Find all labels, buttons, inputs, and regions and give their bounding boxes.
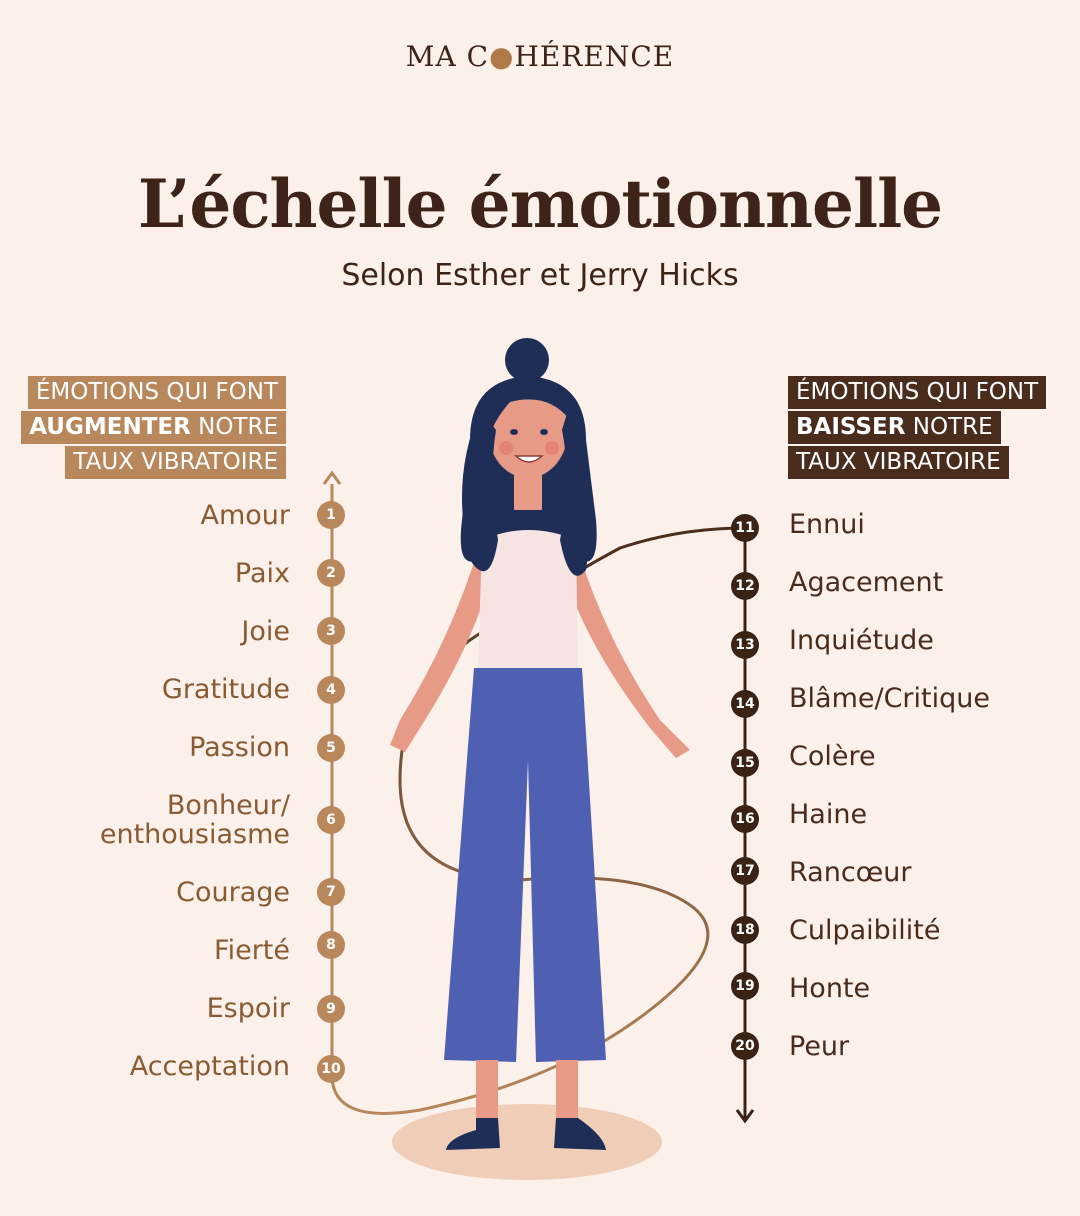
box-decrease-bold: BAISSER	[796, 414, 906, 440]
emotion-label-16: Haine	[789, 799, 868, 830]
right-eye	[540, 429, 548, 435]
emotion-label-10: Acceptation	[129, 1051, 290, 1082]
box-decrease-line2: BAISSER NOTRE	[788, 411, 1001, 444]
emotion-badge-9: 9	[317, 995, 345, 1023]
emotion-label-5: Passion	[189, 732, 290, 763]
emotion-badge-16: 16	[731, 805, 759, 833]
box-increase-line2: AUGMENTER NOTRE	[21, 411, 286, 444]
emotion-badge-18: 18	[731, 916, 759, 944]
emotion-badge-4: 4	[317, 676, 345, 704]
emotion-badge-13: 13	[731, 631, 759, 659]
box-increase-line1: ÉMOTIONS QUI FONT	[27, 376, 286, 409]
box-increase-line2-rest: NOTRE	[190, 414, 278, 440]
emotion-badge-14: 14	[731, 690, 759, 718]
emotion-label-12: Agacement	[789, 567, 944, 598]
box-decrease-line3: TAUX VIBRATOIRE	[788, 446, 1009, 479]
left-ankle	[476, 1060, 498, 1122]
hair-bun	[505, 338, 549, 382]
left-eye	[510, 429, 518, 435]
emotion-label-4: Gratitude	[161, 674, 290, 705]
emotion-badge-17: 17	[731, 857, 759, 885]
emotion-badge-2: 2	[317, 559, 345, 587]
emotion-label-8: Fierté	[214, 935, 290, 966]
emotion-label-14: Blâme/Critique	[789, 683, 990, 714]
right-ankle	[556, 1060, 578, 1122]
emotion-badge-1: 1	[317, 501, 345, 529]
emotion-badge-7: 7	[317, 878, 345, 906]
emotion-badge-3: 3	[317, 617, 345, 645]
emotion-badge-6: 6	[317, 806, 345, 834]
emotion-badge-19: 19	[731, 972, 759, 1000]
box-increase-bold: AUGMENTER	[29, 414, 191, 440]
left-cheek	[499, 441, 513, 455]
hair-left-side	[462, 410, 498, 572]
box-decrease: ÉMOTIONS QUI FONT BAISSER NOTRE TAUX VIB…	[788, 374, 1047, 479]
emotion-label-15: Colère	[789, 741, 876, 772]
emotion-badge-20: 20	[731, 1032, 759, 1060]
emotion-label-19: Honte	[789, 973, 871, 1004]
emotion-label-20: Peur	[789, 1031, 850, 1062]
emotion-label-1: Amour	[200, 500, 290, 531]
emotion-label-9: Espoir	[206, 993, 290, 1024]
pants	[444, 668, 606, 1062]
box-decrease-line1: ÉMOTIONS QUI FONT	[788, 376, 1047, 409]
emotion-label-13: Inquiétude	[789, 625, 934, 656]
emotion-badge-11: 11	[731, 514, 759, 542]
box-decrease-line2-rest: NOTRE	[905, 414, 993, 440]
emotion-label-7: Courage	[176, 877, 290, 908]
box-increase: ÉMOTIONS QUI FONT AUGMENTER NOTRE TAUX V…	[21, 374, 286, 479]
emotion-badge-15: 15	[731, 749, 759, 777]
floor-shadow	[392, 1104, 662, 1180]
emotion-badge-8: 8	[317, 931, 345, 959]
emotion-badge-5: 5	[317, 734, 345, 762]
emotion-label-18: Culpaibilité	[789, 915, 941, 946]
box-increase-line3: TAUX VIBRATOIRE	[65, 446, 286, 479]
emotion-badge-10: 10	[317, 1055, 345, 1083]
right-cheek	[545, 441, 559, 455]
emotion-label-6: Bonheur/ enthousiasme	[99, 790, 290, 850]
emotion-label-3: Joie	[241, 616, 290, 647]
emotion-badge-12: 12	[731, 572, 759, 600]
emotion-label-17: Rancœur	[789, 857, 912, 888]
emotion-label-11: Ennui	[789, 509, 865, 540]
emotion-label-2: Paix	[234, 558, 290, 589]
